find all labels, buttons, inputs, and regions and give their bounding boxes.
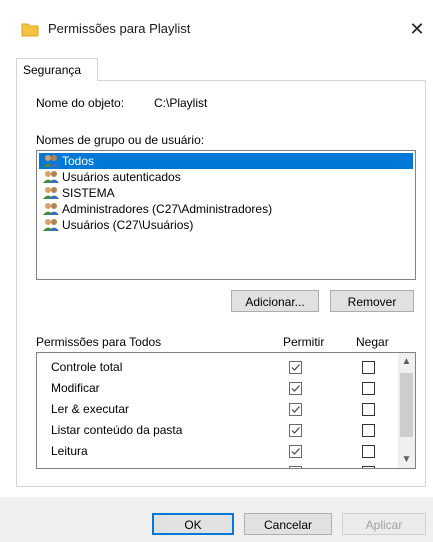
scroll-down-icon[interactable]: ▼: [398, 451, 415, 468]
apply-button[interactable]: Aplicar: [342, 513, 426, 535]
allow-column-header: Permitir: [283, 335, 325, 349]
check-icon: [291, 427, 300, 434]
cancel-button[interactable]: Cancelar: [244, 513, 332, 535]
add-button[interactable]: Adicionar...: [231, 290, 319, 312]
groups-label: Nomes de grupo ou de usuário:: [36, 133, 205, 147]
permissions-scrollbar[interactable]: ▲ ▼: [398, 353, 415, 468]
allow-checkbox[interactable]: [289, 382, 302, 395]
tab-security[interactable]: Segurança: [16, 58, 98, 81]
permission-row: Controle total: [37, 357, 399, 378]
user-label: Todos: [62, 154, 95, 168]
users-group-icon: [43, 187, 59, 199]
scroll-thumb[interactable]: [400, 373, 413, 437]
permission-row: Ler & executar: [37, 399, 399, 420]
users-group-icon: [43, 155, 59, 167]
deny-checkbox[interactable]: [362, 382, 375, 395]
permission-name: Leitura: [51, 444, 88, 458]
user-label: Administradores (C27\Administradores): [62, 202, 273, 216]
user-label: Usuários (C27\Usuários): [62, 218, 194, 232]
check-icon: [291, 406, 300, 413]
users-group-icon: [43, 219, 59, 231]
check-icon: [291, 364, 300, 371]
user-label: Usuários autenticados: [62, 170, 181, 184]
folder-icon: [21, 23, 39, 37]
deny-checkbox[interactable]: [362, 403, 375, 416]
user-row-todos[interactable]: Todos: [39, 153, 413, 169]
permission-name: Listar conteúdo da pasta: [51, 423, 183, 437]
users-list[interactable]: Todos Usuários autenticados SISTEMA Admi…: [36, 150, 416, 280]
deny-checkbox[interactable]: [362, 445, 375, 458]
remove-button[interactable]: Remover: [330, 290, 414, 312]
user-label: SISTEMA: [62, 186, 115, 200]
permission-row: Modificar: [37, 378, 399, 399]
users-group-icon: [43, 203, 59, 215]
window-title: Permissões para Playlist: [48, 21, 191, 36]
allow-checkbox[interactable]: [289, 466, 302, 468]
close-button[interactable]: ✕: [404, 16, 430, 42]
permission-name: Ler & executar: [51, 402, 130, 416]
deny-column-header: Negar: [356, 335, 389, 349]
ok-button[interactable]: OK: [152, 513, 234, 535]
check-icon: [291, 448, 300, 455]
permission-row: Leitura: [37, 441, 399, 462]
permission-name: Modificar: [51, 381, 100, 395]
allow-checkbox[interactable]: [289, 403, 302, 416]
allow-checkbox[interactable]: [289, 361, 302, 374]
deny-checkbox[interactable]: [362, 424, 375, 437]
object-name-label: Nome do objeto:: [36, 96, 125, 110]
permission-row: [37, 462, 399, 468]
permission-row: Listar conteúdo da pasta: [37, 420, 399, 441]
deny-checkbox[interactable]: [362, 466, 375, 468]
permissions-label: Permissões para Todos: [36, 335, 162, 349]
allow-checkbox[interactable]: [289, 445, 302, 458]
user-row-administrators[interactable]: Administradores (C27\Administradores): [39, 201, 413, 217]
allow-checkbox[interactable]: [289, 424, 302, 437]
permission-name: Controle total: [51, 360, 123, 374]
user-row-users[interactable]: Usuários (C27\Usuários): [39, 217, 413, 233]
users-group-icon: [43, 171, 59, 183]
object-name-value: C:\Playlist: [154, 96, 208, 110]
deny-checkbox[interactable]: [362, 361, 375, 374]
user-row-system[interactable]: SISTEMA: [39, 185, 413, 201]
permissions-table: Controle total Modificar Ler & executar …: [36, 352, 416, 469]
tab-security-label: Segurança: [23, 63, 82, 77]
scroll-up-icon[interactable]: ▲: [398, 353, 415, 370]
user-row-authenticated[interactable]: Usuários autenticados: [39, 169, 413, 185]
check-icon: [291, 385, 300, 392]
title-bar: Permissões para Playlist ✕: [0, 0, 433, 44]
